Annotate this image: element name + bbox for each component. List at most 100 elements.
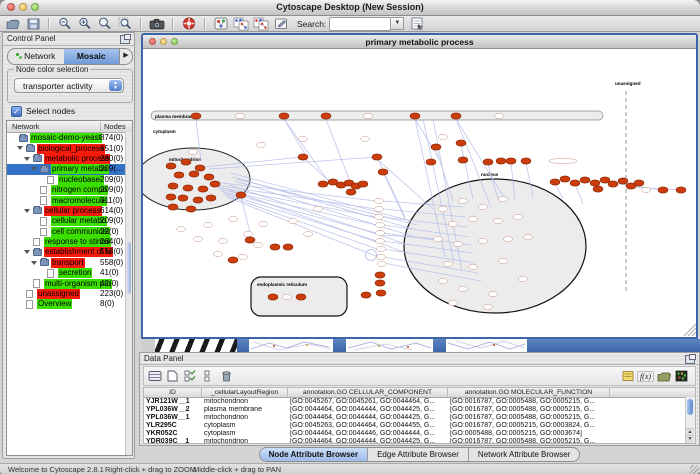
network-node[interactable] <box>296 294 306 300</box>
node-label[interactable] <box>469 216 478 221</box>
node-label[interactable] <box>259 221 268 226</box>
node-label[interactable] <box>449 300 458 305</box>
zoom-out-icon[interactable] <box>57 17 73 31</box>
tree-row[interactable]: metabolic process280(0) <box>7 154 132 164</box>
node-label[interactable] <box>484 304 493 309</box>
network-node[interactable] <box>378 169 388 175</box>
node-label[interactable] <box>364 113 373 118</box>
import-table-icon[interactable] <box>409 17 425 31</box>
node-label[interactable] <box>449 221 458 226</box>
search-input[interactable] <box>329 17 391 31</box>
network-node[interactable] <box>195 165 205 171</box>
tree-row[interactable]: cellular process614(0) <box>7 206 132 216</box>
network-node[interactable] <box>174 172 184 178</box>
attribute-browser-tab[interactable]: Node Attribute Browser <box>260 448 369 461</box>
node-label[interactable] <box>454 241 463 246</box>
network-node[interactable] <box>318 181 328 187</box>
node-label[interactable] <box>229 216 238 221</box>
node-label[interactable] <box>469 264 478 269</box>
network-node[interactable] <box>283 244 293 250</box>
node-label[interactable] <box>439 278 448 283</box>
node-label[interactable] <box>244 231 253 236</box>
network-node[interactable] <box>483 159 493 165</box>
network-node[interactable] <box>166 194 176 200</box>
node-label[interactable] <box>524 234 533 239</box>
node-label[interactable] <box>519 276 528 281</box>
zoom-selected-region-icon[interactable] <box>117 17 133 31</box>
plasma-membrane-compartment[interactable] <box>151 111 603 120</box>
disclosure-triangle-icon[interactable] <box>31 167 37 171</box>
table-column-header[interactable]: _cellularLayoutRegion <box>202 388 288 397</box>
network-node[interactable] <box>346 189 356 195</box>
node-label[interactable] <box>376 238 385 243</box>
table-column-header[interactable]: ID <box>144 388 202 397</box>
network-node[interactable] <box>593 186 603 192</box>
node-label[interactable] <box>642 187 651 192</box>
float-data-panel-icon[interactable] <box>685 355 695 364</box>
network-node[interactable] <box>193 197 203 203</box>
node-label[interactable] <box>378 261 387 266</box>
matrix-icon[interactable] <box>674 369 689 383</box>
node-label[interactable] <box>514 214 523 219</box>
node-label[interactable] <box>361 136 370 141</box>
network-node[interactable] <box>634 180 644 186</box>
tab-network[interactable]: Network <box>8 49 64 64</box>
node-label[interactable] <box>459 198 468 203</box>
save-session-icon[interactable] <box>25 17 41 31</box>
table-row[interactable]: YPL036W__2plasma membrane[GO:0044464, GO… <box>144 406 695 414</box>
network-node[interactable] <box>410 113 420 119</box>
network-node[interactable] <box>321 113 331 119</box>
node-label[interactable] <box>504 236 513 241</box>
network-node[interactable] <box>168 183 178 189</box>
node-label[interactable] <box>439 206 448 211</box>
node-label[interactable] <box>289 218 298 223</box>
table-row[interactable]: YKR052Ccytoplasm[GO:0044464, GO:0044446,… <box>144 430 695 438</box>
tree-row[interactable]: cell communicat22(0) <box>7 227 132 237</box>
import-attributes-icon[interactable] <box>656 369 671 383</box>
node-label[interactable] <box>219 238 228 243</box>
network-node[interactable] <box>189 171 199 177</box>
node-label[interactable] <box>499 258 508 263</box>
annotation-icon[interactable] <box>273 17 289 31</box>
node-label[interactable] <box>479 238 488 243</box>
select-nodes-checkbox[interactable]: ✓ <box>11 106 22 117</box>
network-node[interactable] <box>206 195 216 201</box>
background-window-border[interactable] <box>433 339 446 352</box>
network-node[interactable] <box>496 158 506 164</box>
network-node[interactable] <box>372 154 382 160</box>
tree-row[interactable]: Overview8(0) <box>7 299 132 309</box>
network-node[interactable] <box>456 140 466 146</box>
network-node[interactable] <box>268 294 278 300</box>
function-icon[interactable]: f(x) <box>638 369 653 383</box>
snapshot-camera-icon[interactable] <box>149 17 165 31</box>
node-label[interactable] <box>444 261 453 266</box>
network-node[interactable] <box>245 237 255 243</box>
network-node[interactable] <box>458 157 468 163</box>
node-label[interactable] <box>499 196 508 201</box>
network-node[interactable] <box>375 280 385 286</box>
tab-mosaic[interactable]: Mosaic <box>64 49 120 64</box>
network-node[interactable] <box>608 181 618 187</box>
node-label[interactable] <box>376 222 385 227</box>
tree-row[interactable]: multi-organism pro42(0) <box>7 278 132 288</box>
node-label[interactable] <box>214 251 223 256</box>
network-node[interactable] <box>375 272 385 278</box>
node-label[interactable] <box>479 204 488 209</box>
network-node[interactable] <box>183 185 193 191</box>
tree-row[interactable]: cellular metabo209(0) <box>7 216 132 226</box>
network-node[interactable] <box>198 186 208 192</box>
node-label[interactable] <box>377 246 386 251</box>
delete-attribute-icon[interactable] <box>219 369 234 383</box>
node-label[interactable] <box>494 218 503 223</box>
network-node[interactable] <box>166 163 176 169</box>
node-label[interactable] <box>283 294 292 299</box>
table-row[interactable]: YJR121W__1mitochondrion[GO:0045267, GO:0… <box>144 398 695 406</box>
network-node[interactable] <box>426 159 436 165</box>
network-node[interactable] <box>228 257 238 263</box>
node-label[interactable] <box>375 198 384 203</box>
tree-row[interactable]: nitrogen compo209(0) <box>7 185 132 195</box>
network-node[interactable] <box>676 187 686 193</box>
table-row[interactable]: YLR295Ccytoplasm[GO:0045263, GO:0044464,… <box>144 422 695 430</box>
node-label[interactable] <box>189 149 198 154</box>
canvas-resize-grip[interactable] <box>692 332 696 336</box>
